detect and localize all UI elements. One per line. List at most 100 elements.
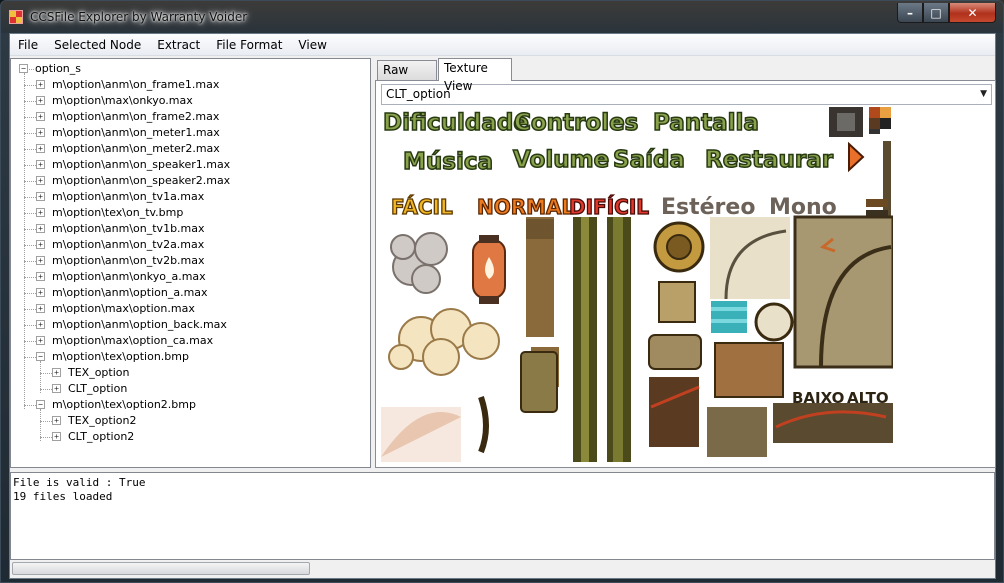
tree-node[interactable]: − m\option\tex\option2.bmp [11, 397, 370, 413]
status-strip [10, 560, 995, 578]
tree-node[interactable]: + m\option\anm\on_tv2a.max [11, 237, 370, 253]
tree-node[interactable]: + m\option\anm\onkyo_a.max [11, 269, 370, 285]
texture-text-restaurar: Restaurar [704, 146, 834, 174]
tree-node[interactable]: − m\option\tex\option.bmp [11, 349, 370, 365]
tree-node[interactable]: + m\option\anm\on_speaker1.max [11, 157, 370, 173]
tree-node-label: CLT_option2 [68, 430, 135, 443]
tree-node[interactable]: + m\option\anm\on_speaker2.max [11, 173, 370, 189]
tree-node-label: m\option\anm\on_tv1a.max [52, 190, 205, 203]
texture-dropdown-value: CLT_option [386, 87, 451, 101]
expand-icon[interactable]: + [36, 208, 45, 217]
expand-icon[interactable]: + [36, 320, 45, 329]
tree-subnode[interactable]: + TEX_option2 [11, 413, 370, 429]
maximize-button[interactable]: □ [923, 3, 949, 23]
chevron-down-icon[interactable]: ▼ [980, 85, 987, 104]
menu-view[interactable]: View [290, 34, 334, 56]
expand-icon[interactable]: + [52, 384, 61, 393]
texture-text-mono: Mono [769, 195, 837, 220]
texture-view-panel: CLT_option ▼ Dificuldade Controles Panta… [375, 80, 996, 468]
texture-text-normal: NORMAL [476, 194, 575, 219]
texture-text-estereo: Estéreo [661, 195, 756, 220]
log-line: File is valid : True [13, 476, 146, 489]
tree-node-label: TEX_option2 [68, 414, 137, 427]
tree-node-label: option_s [35, 62, 82, 75]
expand-icon[interactable]: + [36, 192, 45, 201]
tree-subnode[interactable]: + TEX_option [11, 365, 370, 381]
tree-node[interactable]: + m\option\tex\on_tv.bmp [11, 205, 370, 221]
tree-subnode[interactable]: + CLT_option2 [11, 429, 370, 445]
tree-node[interactable]: + m\option\max\option.max [11, 301, 370, 317]
tree-node[interactable]: + m\option\anm\on_tv2b.max [11, 253, 370, 269]
menu-selected-node[interactable]: Selected Node [46, 34, 149, 56]
expand-icon[interactable]: + [36, 336, 45, 345]
expand-icon[interactable]: + [36, 96, 45, 105]
tree-node[interactable]: + m\option\max\option_ca.max [11, 333, 370, 349]
expand-icon[interactable]: + [36, 240, 45, 249]
collapse-icon[interactable]: − [19, 64, 28, 73]
texture-image: Dificuldade Controles Pantalla Música Vo… [381, 107, 893, 462]
expand-icon[interactable]: + [36, 160, 45, 169]
tab-raw-view[interactable]: Raw View [377, 60, 437, 95]
menu-extract[interactable]: Extract [149, 34, 208, 56]
tree-node[interactable]: + m\option\anm\on_meter2.max [11, 141, 370, 157]
texture-text-dificil: DIFÍCIL [568, 194, 650, 219]
tab-texture-view[interactable]: Texture View [438, 58, 512, 93]
tree-node[interactable]: + m\option\anm\on_tv1a.max [11, 189, 370, 205]
window-title: CCSFile Explorer by Warranty Voider [30, 10, 248, 24]
texture-text-baixo: BAIXO [792, 389, 845, 407]
expand-icon[interactable]: + [52, 416, 61, 425]
tree-node-label: m\option\anm\option_a.max [52, 286, 208, 299]
log-line: 19 files loaded [13, 490, 113, 503]
tree-subnode[interactable]: + CLT_option [11, 381, 370, 397]
expand-icon[interactable]: + [36, 256, 45, 265]
tree-node-label: m\option\anm\on_speaker1.max [52, 158, 231, 171]
tree-node-label: m\option\anm\on_tv1b.max [52, 222, 205, 235]
tree-node-label: m\option\anm\on_frame1.max [52, 78, 220, 91]
tree-node-label: m\option\anm\on_tv2b.max [52, 254, 205, 267]
tree-root-node[interactable]: − option_s [11, 61, 370, 77]
tree-node[interactable]: + m\option\anm\on_tv1b.max [11, 221, 370, 237]
horizontal-scrollbar[interactable] [12, 562, 310, 575]
collapse-icon[interactable]: − [36, 400, 45, 409]
expand-icon[interactable]: + [36, 288, 45, 297]
tree-node[interactable]: + m\option\anm\on_frame1.max [11, 77, 370, 93]
file-tree[interactable]: − option_s + m\option\anm\on_frame1.max + m… [10, 58, 371, 468]
expand-icon[interactable]: + [36, 112, 45, 121]
title-bar[interactable]: CCSFile Explorer by Warranty Voider – □ … [1, 1, 1003, 33]
tree-node-label: m\option\anm\onkyo_a.max [52, 270, 206, 283]
tree-node[interactable]: + m\option\anm\option_back.max [11, 317, 370, 333]
view-tabs: Raw View Texture View [375, 58, 995, 95]
tree-node-label: TEX_option [68, 366, 130, 379]
tree-node-label: m\option\max\option.max [52, 302, 195, 315]
tree-node[interactable]: + m\option\anm\option_a.max [11, 285, 370, 301]
texture-text-controles: Controles [513, 109, 639, 137]
tree-node-label: m\option\tex\option2.bmp [52, 398, 196, 411]
expand-icon[interactable]: + [36, 80, 45, 89]
tree-node-label: m\option\anm\on_tv2a.max [52, 238, 205, 251]
expand-icon[interactable]: + [52, 432, 61, 441]
expand-icon[interactable]: + [36, 144, 45, 153]
expand-icon[interactable]: + [52, 368, 61, 377]
tree-node-label: m\option\max\option_ca.max [52, 334, 214, 347]
close-button[interactable]: ✕ [949, 3, 996, 23]
tree-node[interactable]: + m\option\max\onkyo.max [11, 93, 370, 109]
menu-file[interactable]: File [10, 34, 46, 56]
texture-text-musica: Música [402, 148, 494, 176]
texture-dropdown[interactable]: CLT_option ▼ [381, 84, 992, 105]
tree-node-label: m\option\anm\on_frame2.max [52, 110, 220, 123]
collapse-icon[interactable]: − [36, 352, 45, 361]
tree-node[interactable]: + m\option\anm\on_meter1.max [11, 125, 370, 141]
texture-text-volume: Volume [512, 146, 610, 174]
expand-icon[interactable]: + [36, 176, 45, 185]
expand-icon[interactable]: + [36, 128, 45, 137]
log-output[interactable]: File is valid : True 19 files loaded [10, 472, 995, 560]
tree-node[interactable]: + m\option\anm\on_frame2.max [11, 109, 370, 125]
expand-icon[interactable]: + [36, 304, 45, 313]
tree-node-label: m\option\anm\option_back.max [52, 318, 227, 331]
menu-file-format[interactable]: File Format [208, 34, 290, 56]
tree-node-label: m\option\max\onkyo.max [52, 94, 193, 107]
minimize-button[interactable]: – [897, 3, 923, 23]
expand-icon[interactable]: + [36, 224, 45, 233]
expand-icon[interactable]: + [36, 272, 45, 281]
tree-node-label: m\option\anm\on_meter2.max [52, 142, 220, 155]
